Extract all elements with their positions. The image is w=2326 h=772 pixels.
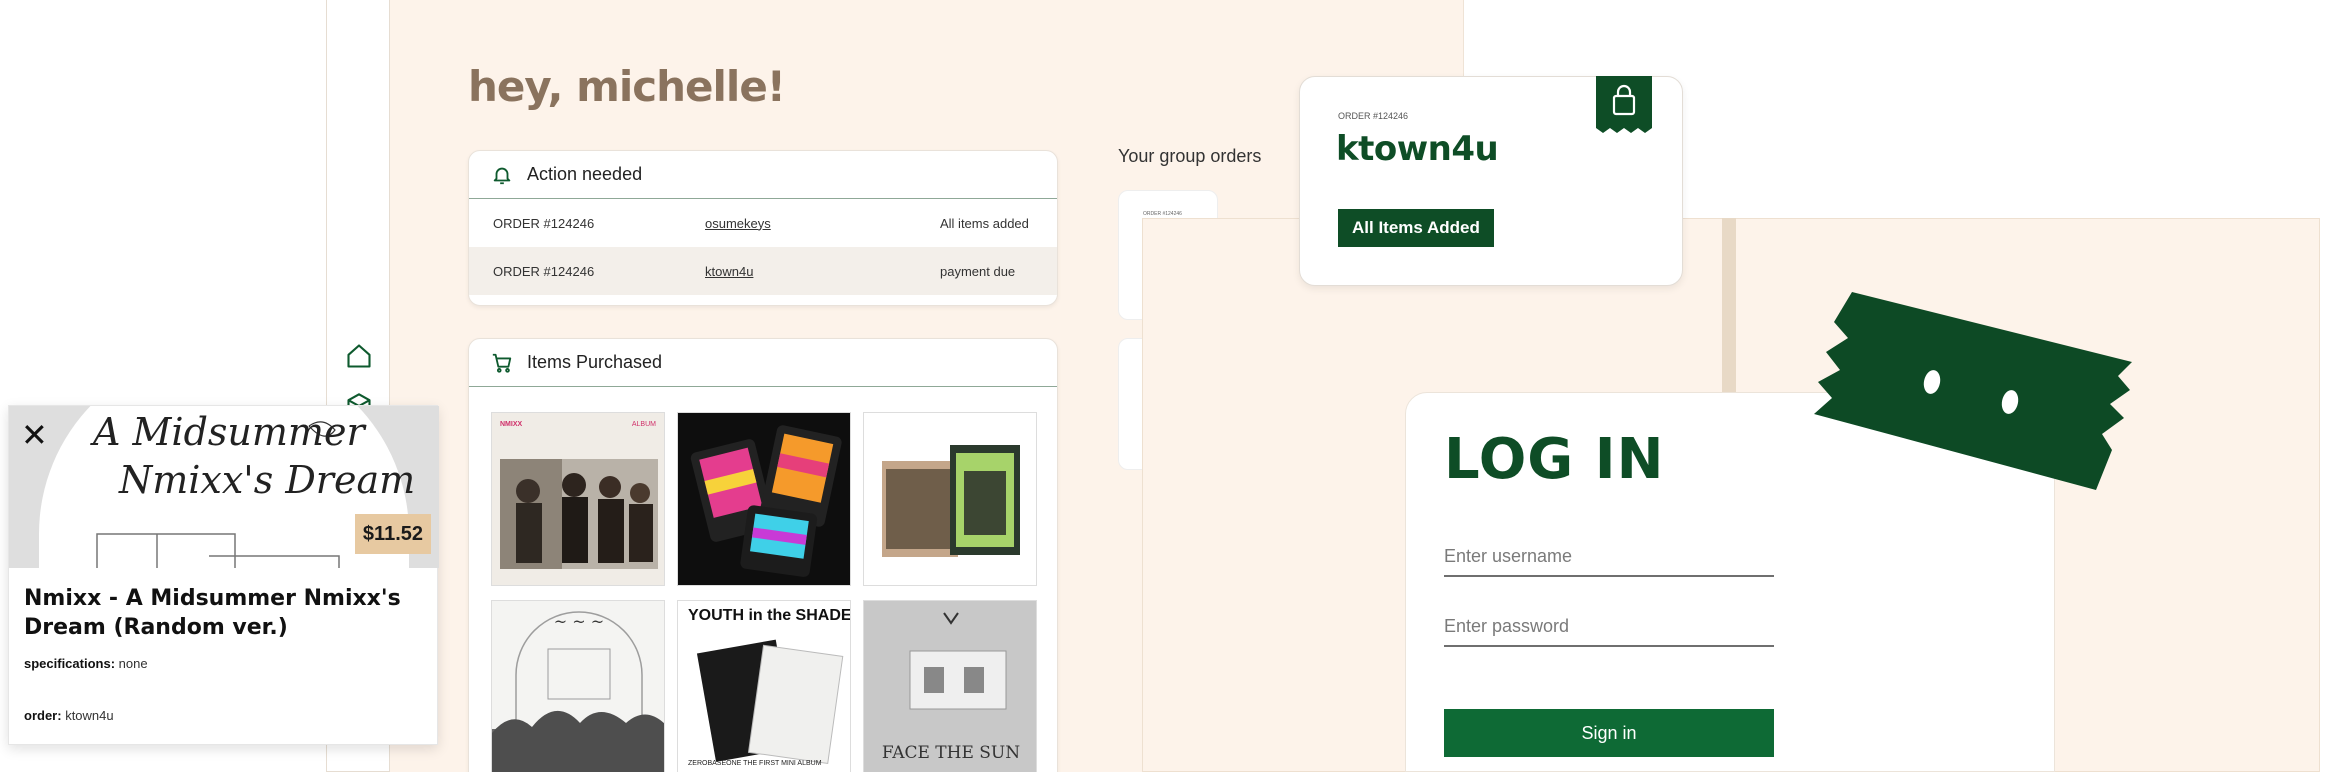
order-label: order:: [24, 708, 62, 723]
order-number: ORDER #124246: [493, 215, 595, 231]
action-row[interactable]: ORDER #124246 osumekeys All items added: [469, 199, 1057, 247]
youth-album-art: [696, 639, 844, 764]
order-number: ORDER #124246: [1338, 111, 1409, 121]
action-needed-title: Action needed: [527, 164, 643, 184]
group-orders-title: Your group orders: [1118, 146, 1262, 166]
order-store-name: ktown4u: [1336, 129, 1499, 169]
greeting-heading: hey, michelle!: [468, 62, 786, 111]
bell-icon: [493, 167, 511, 184]
order-status: payment due: [940, 263, 1016, 279]
album-art-text: A Midsummer: [93, 410, 365, 454]
home-icon[interactable]: [345, 342, 373, 370]
spec-label: specifications:: [24, 656, 116, 671]
svg-text:~ ~ ~: ~ ~ ~: [554, 612, 604, 631]
username-input[interactable]: [1444, 537, 1774, 577]
album-thumbnail[interactable]: FACE THE SUN: [863, 600, 1037, 772]
album-thumbnail[interactable]: ~ ~ ~: [491, 600, 665, 772]
album-thumbnail[interactable]: NMIXX ALBUM: [491, 412, 665, 586]
items-purchased-title: Items Purchased: [527, 352, 663, 372]
product-image: A Midsummer Nmixx's Dream ✕ $11.52: [9, 406, 439, 568]
shopping-bag-icon[interactable]: [1596, 76, 1652, 134]
price-tag: $11.52: [354, 514, 431, 554]
action-row[interactable]: ORDER #124246 ktown4u payment due: [469, 247, 1057, 295]
items-purchased-card: Items Purchased NMIXX ALBUM ~ ~ ~ YOUTH …: [468, 338, 1058, 772]
album-thumbnail[interactable]: YOUTH in the SHADE ZEROBASEONE THE FIRST…: [677, 600, 851, 772]
login-title: LOG IN: [1444, 427, 1665, 492]
thumb-title: FACE THE SUN: [881, 743, 1021, 763]
midsummer-album-art: ~ ~ ~: [492, 611, 664, 772]
order-number: ORDER #124246: [1143, 211, 1182, 217]
store-link[interactable]: ktown4u: [705, 264, 940, 279]
group-photo-art: [500, 459, 658, 569]
product-specifications: specifications: none: [24, 656, 148, 671]
action-needed-card: Action needed ORDER #124246 osumekeys Al…: [468, 150, 1058, 306]
album-thumbnail[interactable]: [677, 412, 851, 586]
login-panel-divider: [1722, 218, 1736, 398]
album-art-text: Nmixx's Dream: [119, 458, 416, 502]
album-package-art: [882, 445, 1020, 557]
thumb-caption: ZEROBASEONE THE FIRST MINI ALBUM: [688, 760, 822, 767]
order-number: ORDER #124246: [493, 263, 595, 279]
action-needed-header: Action needed: [469, 151, 1057, 199]
order-status: All items added: [940, 215, 1029, 231]
product-name: Nmixx - A Midsummer Nmixx's Dream (Rando…: [24, 586, 401, 640]
tape-mascot-icon: [1814, 292, 2132, 490]
product-order: order: ktown4u: [24, 708, 114, 723]
close-icon[interactable]: ✕: [21, 416, 48, 454]
product-detail-card: A Midsummer Nmixx's Dream ✕ $11.52 Nmixx…: [8, 405, 439, 745]
store-link[interactable]: osumekeys: [705, 216, 940, 231]
order-value: ktown4u: [65, 708, 114, 723]
action-list: ORDER #124246 osumekeys All items added …: [469, 199, 1057, 295]
password-input[interactable]: [1444, 607, 1774, 647]
sign-in-button[interactable]: Sign in: [1444, 709, 1774, 757]
order-status-badge: All Items Added: [1338, 209, 1494, 247]
neon-cards-art: [690, 425, 842, 577]
album-thumbnail[interactable]: [863, 412, 1037, 586]
items-purchased-header: Items Purchased: [469, 339, 1057, 387]
spec-value: none: [118, 656, 148, 671]
cart-icon: [492, 353, 512, 373]
